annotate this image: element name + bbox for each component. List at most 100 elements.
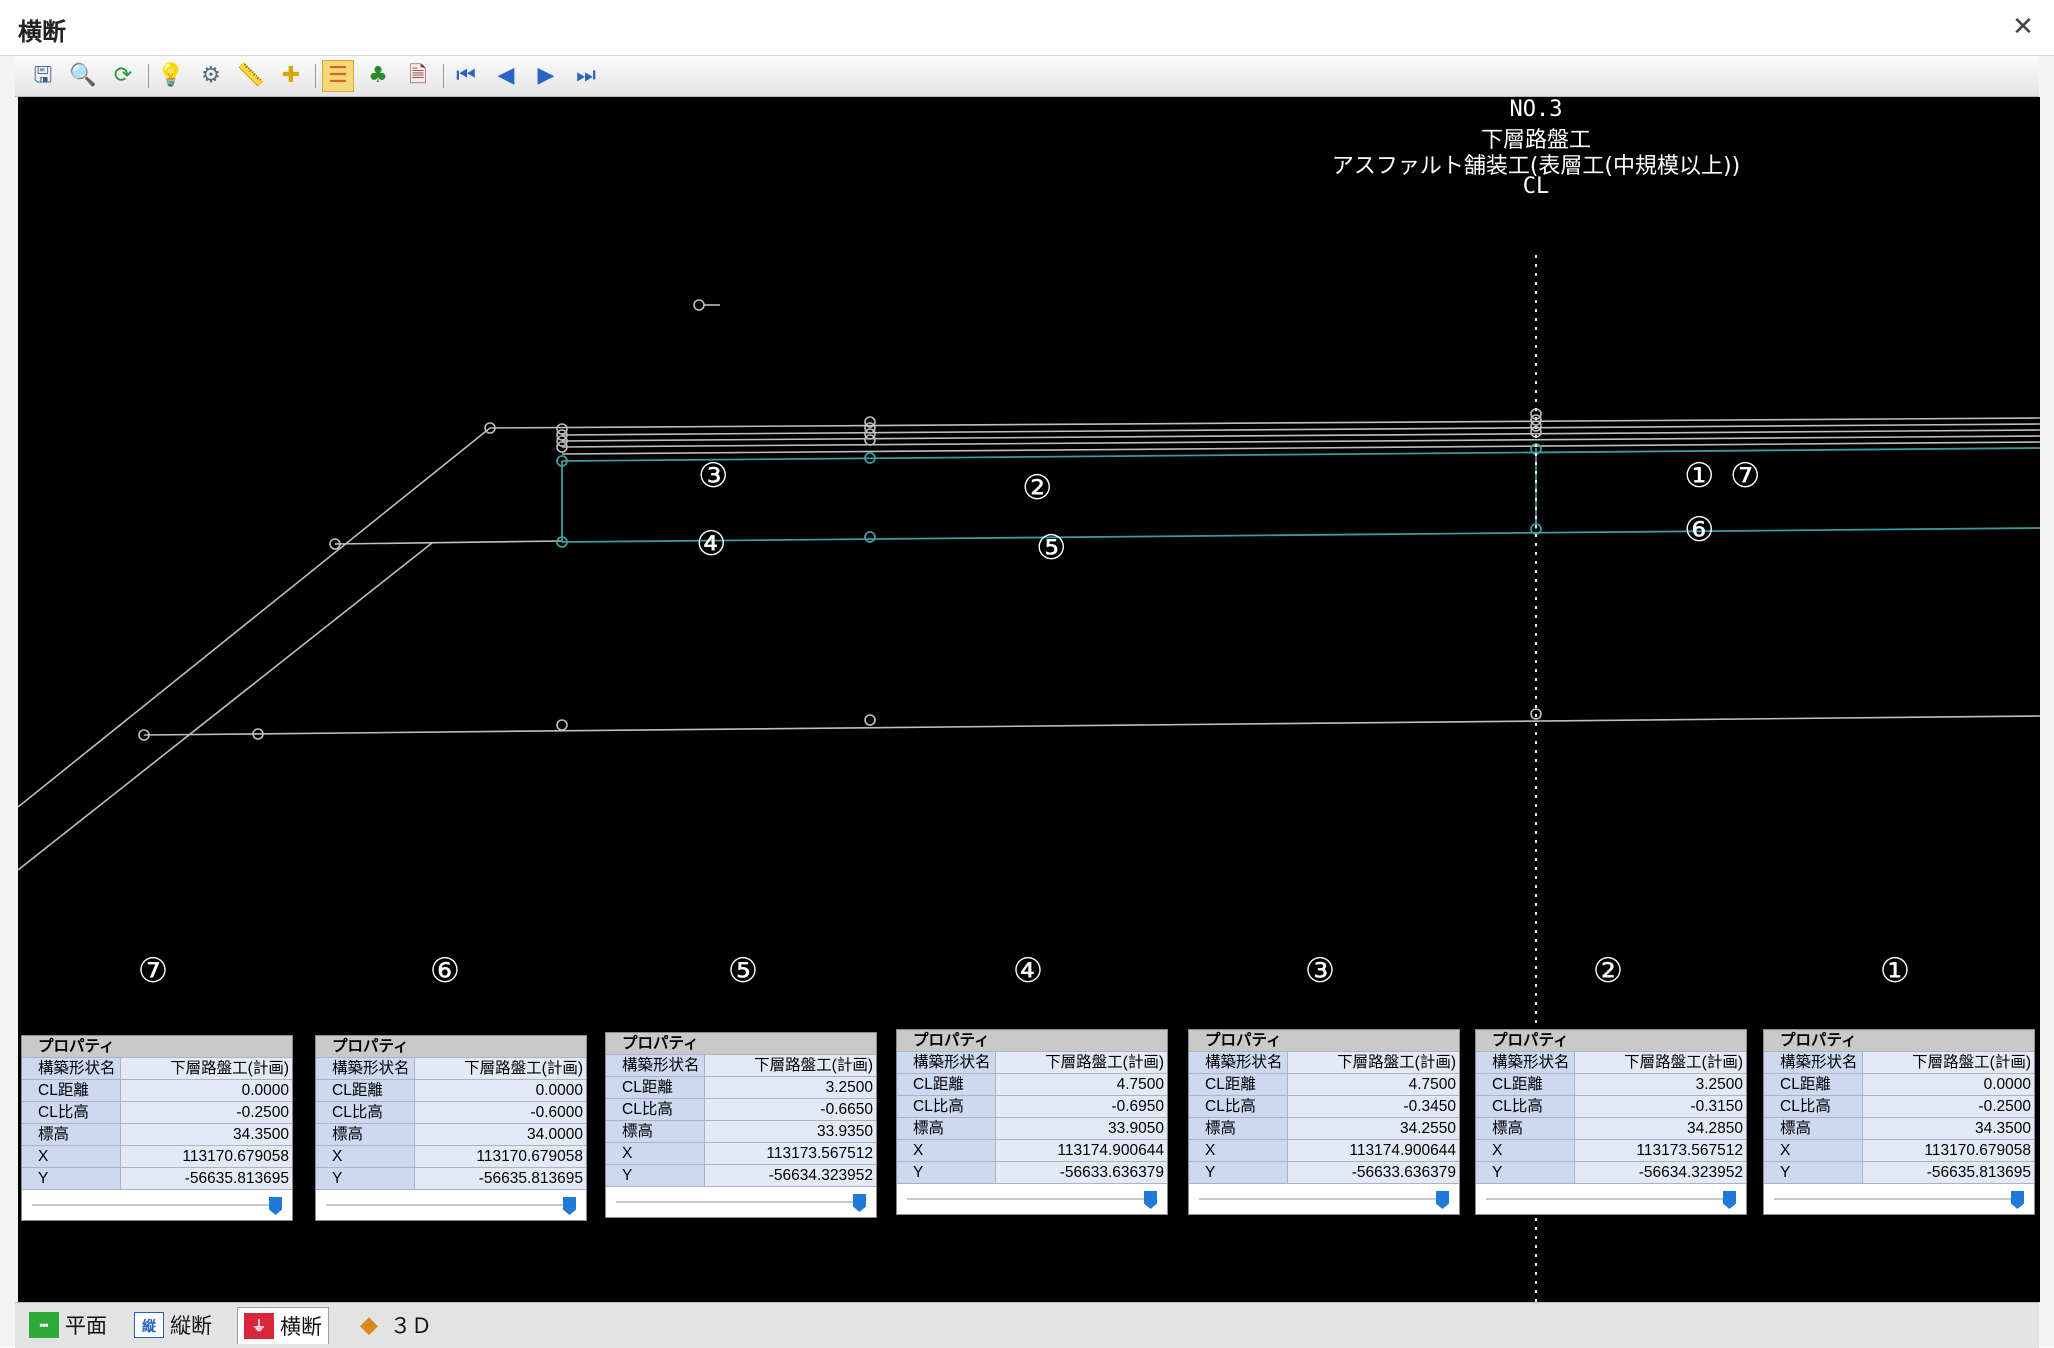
property-key: CL距離 xyxy=(1764,1074,1862,1095)
trees-icon[interactable]: ♣ xyxy=(362,60,394,92)
slope-line-upper xyxy=(18,427,491,808)
tab-cross-section[interactable]: ⏚ 横断 xyxy=(237,1307,329,1344)
canvas-marker-6: ⑥ xyxy=(1684,510,1715,550)
close-icon[interactable]: ✕ xyxy=(2006,10,2040,44)
slider-thumb-icon[interactable] xyxy=(853,1194,866,1212)
property-row: 標高 33.9350 xyxy=(606,1120,876,1142)
panel-slider[interactable] xyxy=(897,1183,1167,1214)
tab-3d[interactable]: ◆ ３Ｄ xyxy=(348,1307,438,1343)
canvas-marker-1: ① xyxy=(1684,456,1715,496)
property-key: 標高 xyxy=(897,1118,995,1139)
prev-icon[interactable]: ◀ xyxy=(490,60,522,92)
property-panel-5[interactable]: プロパティ 構築形状名 下層路盤工(計画) CL距離 3.2500 CL比高 -0.6… xyxy=(605,1032,877,1218)
slider-track xyxy=(1774,1198,2012,1200)
property-value: 34.2550 xyxy=(1287,1118,1459,1139)
panel-slider[interactable] xyxy=(606,1186,876,1217)
property-row: Y -56634.323952 xyxy=(606,1164,876,1186)
panel-slider[interactable] xyxy=(1764,1183,2034,1214)
slider-track xyxy=(907,1198,1145,1200)
property-row: CL距離 3.2500 xyxy=(606,1076,876,1098)
ruler-icon[interactable]: 📏 xyxy=(235,60,267,92)
property-value: -56634.323952 xyxy=(704,1165,876,1186)
property-panel-4[interactable]: プロパティ 構築形状名 下層路盤工(計画) CL距離 4.7500 CL比高 -0.6… xyxy=(896,1029,1168,1215)
canvas-marker-4: ④ xyxy=(696,524,727,564)
tab-profile[interactable]: 縦 縦断 xyxy=(128,1307,218,1343)
floppy-icon[interactable]: 🖫 xyxy=(27,60,59,92)
document-icon[interactable]: 🗎 xyxy=(402,60,434,92)
property-value: 113173.567512 xyxy=(704,1143,876,1164)
panel-slider[interactable] xyxy=(1476,1183,1746,1214)
bottom-line xyxy=(143,715,2040,736)
last-icon[interactable]: ⏭ xyxy=(570,60,602,92)
cube-icon: ◆ xyxy=(360,1312,378,1337)
property-row: CL比高 -0.6950 xyxy=(897,1095,1167,1117)
slider-thumb-icon[interactable] xyxy=(1723,1191,1736,1209)
property-panel-1[interactable]: プロパティ 構築形状名 下層路盤工(計画) CL距離 0.0000 CL比高 -0.2… xyxy=(1763,1029,2035,1215)
title-bar: 横断 ✕ xyxy=(0,0,2054,56)
property-key: Y xyxy=(606,1165,704,1186)
property-value: 下層路盤工(計画) xyxy=(1287,1052,1459,1073)
property-value: -0.2500 xyxy=(120,1102,292,1123)
property-panel-2[interactable]: プロパティ 構築形状名 下層路盤工(計画) CL距離 3.2500 CL比高 -0.3… xyxy=(1475,1029,1747,1215)
property-value: 下層路盤工(計画) xyxy=(1862,1052,2034,1073)
station-label: NO.3 xyxy=(1509,97,1563,122)
points-icon[interactable]: ✚ xyxy=(275,60,307,92)
slider-thumb-icon[interactable] xyxy=(563,1197,576,1215)
view-tab-bar: ┅ 平面 縦 縦断 ⏚ 横断 ◆ ３Ｄ xyxy=(15,1302,2039,1348)
slider-thumb-icon[interactable] xyxy=(1436,1191,1449,1209)
layers-icon[interactable]: ☰ xyxy=(322,60,354,92)
magnifier-icon[interactable]: 🔍 xyxy=(67,60,99,92)
vertex xyxy=(693,299,705,311)
panel-marker: ⑦ xyxy=(137,951,169,991)
property-value: 33.9350 xyxy=(704,1121,876,1142)
first-icon[interactable]: ⏮ xyxy=(450,60,482,92)
property-key: X xyxy=(22,1146,120,1167)
panel-slider[interactable] xyxy=(1189,1183,1459,1214)
tab-plan[interactable]: ┅ 平面 xyxy=(23,1307,113,1343)
property-panel-3[interactable]: プロパティ 構築形状名 下層路盤工(計画) CL距離 4.7500 CL比高 -0.3… xyxy=(1188,1029,1460,1215)
slider-thumb-icon[interactable] xyxy=(269,1197,282,1215)
property-key: 構築形状名 xyxy=(1189,1052,1287,1073)
property-value: -0.3450 xyxy=(1287,1096,1459,1117)
panel-slider[interactable] xyxy=(316,1189,586,1220)
panel-header: プロパティ xyxy=(1189,1030,1459,1051)
lower-subbase-lines xyxy=(556,443,2040,548)
property-value: -56635.813695 xyxy=(414,1168,586,1189)
property-value: 下層路盤工(計画) xyxy=(704,1055,876,1076)
property-value: -0.6000 xyxy=(414,1102,586,1123)
panel-marker: ④ xyxy=(1012,951,1044,991)
property-row: 構築形状名 下層路盤工(計画) xyxy=(897,1051,1167,1073)
property-row: CL比高 -0.6650 xyxy=(606,1098,876,1120)
refresh-icon[interactable]: ⟳ xyxy=(107,60,139,92)
settings-icon[interactable]: ⚙ xyxy=(195,60,227,92)
property-row: CL距離 4.7500 xyxy=(897,1073,1167,1095)
property-key: CL距離 xyxy=(316,1080,414,1101)
property-panel-7[interactable]: プロパティ 構築形状名 下層路盤工(計画) CL距離 0.0000 CL比高 -0.2… xyxy=(21,1035,293,1221)
panel-header: プロパティ xyxy=(1764,1030,2034,1051)
next-icon[interactable]: ▶ xyxy=(530,60,562,92)
panel-marker: ⑥ xyxy=(429,951,461,991)
lightbulb-icon[interactable]: 💡 xyxy=(155,60,187,92)
subbase-bottom xyxy=(561,527,2040,543)
property-key: CL比高 xyxy=(22,1102,120,1123)
property-key: CL比高 xyxy=(897,1096,995,1117)
slider-track xyxy=(616,1201,854,1203)
slider-thumb-icon[interactable] xyxy=(1144,1191,1157,1209)
tab-label: 縦断 xyxy=(170,1315,212,1338)
cross-section-canvas[interactable]: NO.3 下層路盤工 アスファルト舗装工(表層工(中規模以上)) CL ③ ② … xyxy=(18,97,2040,1302)
vertex xyxy=(556,719,568,731)
property-row: 標高 34.0000 xyxy=(316,1123,586,1145)
panel-slider[interactable] xyxy=(22,1189,292,1220)
slider-thumb-icon[interactable] xyxy=(2011,1191,2024,1209)
surface-line-3 xyxy=(561,429,2040,442)
tab-label: ３Ｄ xyxy=(390,1315,432,1338)
property-row: 標高 33.9050 xyxy=(897,1117,1167,1139)
property-value: -56633.636379 xyxy=(1287,1162,1459,1183)
panel-header: プロパティ xyxy=(22,1036,292,1057)
property-panel-6[interactable]: プロパティ 構築形状名 下層路盤工(計画) CL距離 0.0000 CL比高 -0.6… xyxy=(315,1035,587,1221)
property-key: CL比高 xyxy=(606,1099,704,1120)
property-key: X xyxy=(1764,1140,1862,1161)
property-value: 113174.900644 xyxy=(995,1140,1167,1161)
property-key: Y xyxy=(22,1168,120,1189)
slider-track xyxy=(1199,1198,1437,1200)
